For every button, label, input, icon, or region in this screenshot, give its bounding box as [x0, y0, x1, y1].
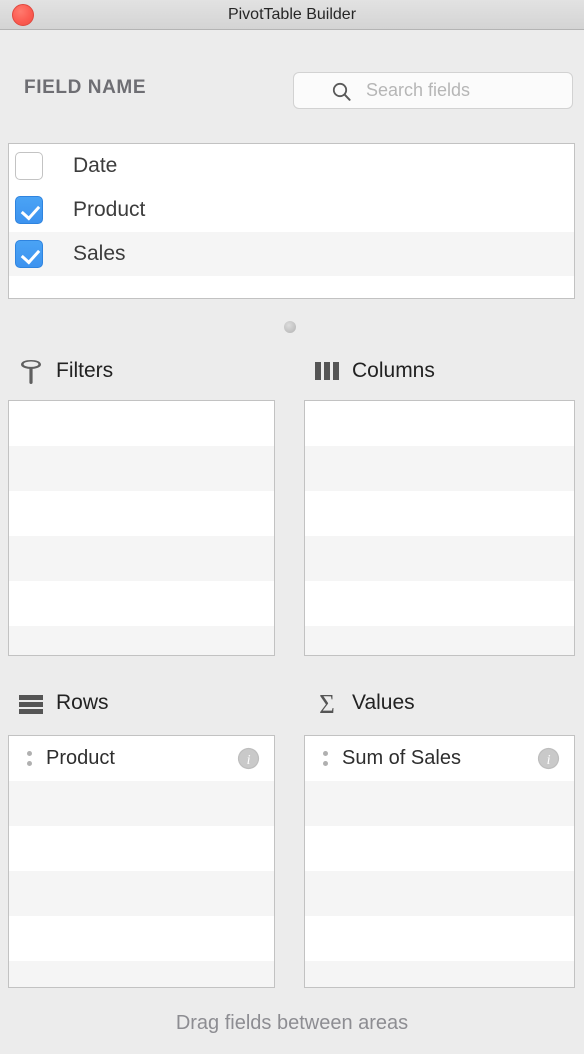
- checkbox-product[interactable]: [15, 196, 43, 224]
- field-list-item-product[interactable]: Product: [9, 188, 574, 232]
- field-list-empty-space: [9, 276, 574, 298]
- checkbox-date[interactable]: [15, 152, 43, 180]
- drop-band: [9, 491, 274, 536]
- search-fields-box[interactable]: [293, 72, 573, 109]
- drop-band: [305, 581, 574, 626]
- field-list: Date Product Sales: [8, 143, 575, 299]
- field-list-item-date[interactable]: Date: [9, 144, 574, 188]
- area-title: Rows: [56, 691, 109, 714]
- area-title: Values: [352, 691, 415, 714]
- drag-handle-icon[interactable]: [27, 751, 32, 767]
- drop-band: [9, 916, 274, 961]
- funnel-icon: [16, 358, 46, 386]
- field-name-header: FIELD NAME: [24, 77, 147, 98]
- drop-band: [305, 626, 574, 655]
- drop-band: [305, 871, 574, 916]
- info-icon[interactable]: i: [237, 747, 260, 770]
- drop-zone-filters[interactable]: [8, 400, 275, 656]
- drop-band: [305, 401, 574, 446]
- drop-band: [305, 446, 574, 491]
- field-list-item-sales[interactable]: Sales: [9, 232, 574, 276]
- field-chip-rows-product[interactable]: Product i: [9, 736, 274, 781]
- window-title: PivotTable Builder: [227, 6, 357, 23]
- drop-band: [9, 626, 274, 655]
- field-label: Date: [73, 154, 118, 177]
- info-icon[interactable]: i: [537, 747, 560, 770]
- drop-band: [9, 826, 274, 871]
- svg-text:Σ: Σ: [319, 690, 335, 718]
- field-label: Sales: [73, 242, 126, 265]
- search-icon: [332, 82, 351, 101]
- field-chip-label: Sum of Sales: [342, 747, 461, 769]
- field-chip-values-sum-of-sales[interactable]: Sum of Sales i: [305, 736, 574, 781]
- drop-band: [9, 871, 274, 916]
- search-input[interactable]: [366, 73, 562, 108]
- drop-band: [9, 961, 274, 987]
- drop-zone-columns[interactable]: [304, 400, 575, 656]
- drop-band: [305, 826, 574, 871]
- drop-band: [9, 581, 274, 626]
- drop-band: [305, 961, 574, 987]
- sigma-icon: Σ: [312, 689, 342, 719]
- drop-band: [9, 401, 274, 446]
- drag-handle-icon[interactable]: [323, 751, 328, 767]
- area-title: Filters: [56, 359, 114, 382]
- drop-band: [305, 491, 574, 536]
- drop-band: [305, 916, 574, 961]
- field-label: Product: [73, 198, 146, 221]
- svg-text:i: i: [247, 753, 251, 768]
- rows-icon: [16, 690, 46, 718]
- area-title: Columns: [352, 359, 435, 382]
- drop-zone-rows[interactable]: Product i: [8, 735, 275, 988]
- checkbox-sales[interactable]: [15, 240, 43, 268]
- drop-band: [305, 781, 574, 826]
- columns-icon: [312, 358, 342, 386]
- drop-zone-values[interactable]: Sum of Sales i: [304, 735, 575, 988]
- drop-band: [9, 446, 274, 491]
- title-bar: PivotTable Builder: [0, 0, 584, 30]
- resize-grip-handle[interactable]: [284, 321, 296, 333]
- drag-hint-text: Drag fields between areas: [175, 1012, 409, 1034]
- drop-band: [9, 536, 274, 581]
- drop-band: [9, 781, 274, 826]
- svg-text:i: i: [547, 753, 551, 768]
- field-chip-label: Product: [46, 747, 115, 769]
- drop-band: [305, 536, 574, 581]
- pivottable-builder-window: PivotTable Builder FIELD NAME Date Produ…: [0, 0, 584, 1054]
